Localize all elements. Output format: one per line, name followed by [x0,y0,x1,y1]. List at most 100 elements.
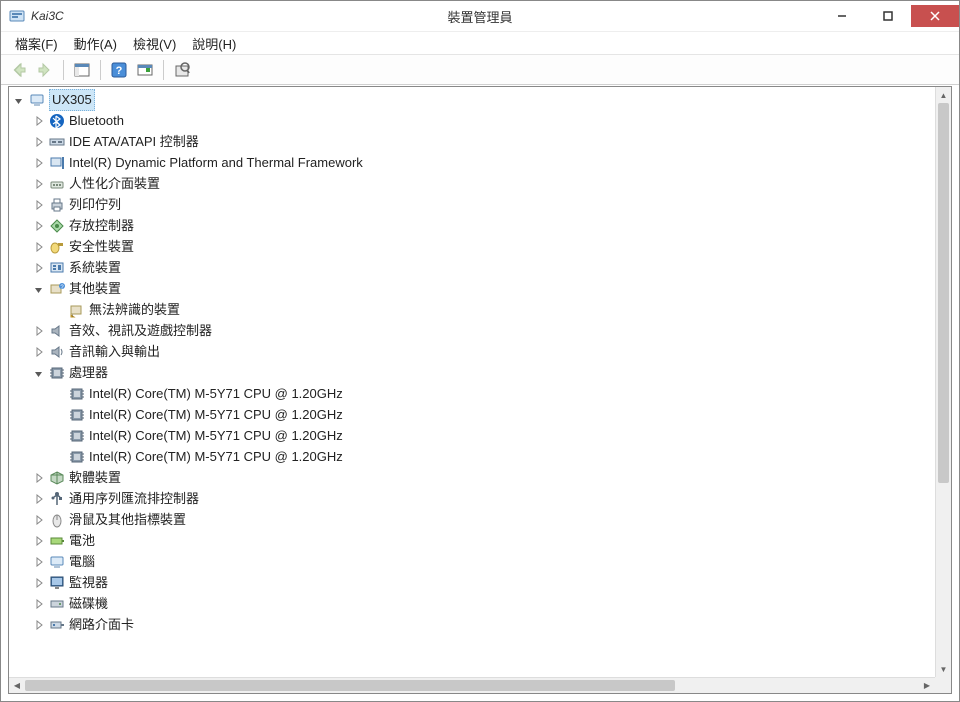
bluetooth-icon [49,113,65,129]
tree-item[interactable]: 電腦 [9,551,935,572]
maximize-button[interactable] [865,5,911,27]
expander-collapsed[interactable] [33,598,45,610]
svg-text:?: ? [116,65,123,77]
expander-collapsed[interactable] [33,178,45,190]
tree-item[interactable]: Bluetooth [9,110,935,131]
tree-child-label: Intel(R) Core(TM) M-5Y71 CPU @ 1.20GHz [89,447,343,467]
tree-item[interactable]: 列印佇列 [9,194,935,215]
expander-collapsed[interactable] [33,115,45,127]
expander-collapsed[interactable] [33,514,45,526]
expander-collapsed[interactable] [33,157,45,169]
properties-button[interactable] [170,58,194,82]
expander-none [53,409,65,421]
processor-icon [69,428,85,444]
tree-child[interactable]: Intel(R) Core(TM) M-5Y71 CPU @ 1.20GHz [9,425,935,446]
tree-item[interactable]: 通用序列匯流排控制器 [9,488,935,509]
scrollbar-corner [935,677,951,693]
scroll-right-arrow[interactable]: ▶ [919,678,935,693]
tree-root[interactable]: UX305 [9,89,935,110]
tree-item[interactable]: 網路介面卡 [9,614,935,635]
tree-item[interactable]: 人性化介面裝置 [9,173,935,194]
tree-item[interactable]: 存放控制器 [9,215,935,236]
tree-item[interactable]: Intel(R) Dynamic Platform and Thermal Fr… [9,152,935,173]
expander-collapsed[interactable] [33,136,45,148]
scroll-up-arrow[interactable]: ▲ [936,87,951,103]
tree-item[interactable]: 處理器 [9,362,935,383]
expander-collapsed[interactable] [33,220,45,232]
menu-view[interactable]: 檢視(V) [125,32,184,55]
expander-collapsed[interactable] [33,577,45,589]
processor-icon [69,407,85,423]
window-controls [819,5,959,27]
device-tree: UX305BluetoothIDE ATA/ATAPI 控制器Intel(R) … [9,87,935,637]
tree-item-label: 系統裝置 [69,258,121,278]
expander-collapsed[interactable] [33,262,45,274]
expander-none [53,388,65,400]
battery-icon [49,533,65,549]
show-hide-console-button[interactable] [70,58,94,82]
tree-item[interactable]: 監視器 [9,572,935,593]
tree-item[interactable]: 音效、視訊及遊戲控制器 [9,320,935,341]
tree-item[interactable]: 滑鼠及其他指標裝置 [9,509,935,530]
expander-collapsed[interactable] [33,535,45,547]
menubar: 檔案(F) 動作(A) 檢視(V) 說明(H) [1,31,959,55]
expander-collapsed[interactable] [33,241,45,253]
vertical-scrollbar[interactable]: ▲ ▼ [935,87,951,677]
app-name: Kai3C [31,9,64,23]
svg-text:!: ! [72,313,73,318]
tree-child[interactable]: Intel(R) Core(TM) M-5Y71 CPU @ 1.20GHz [9,446,935,467]
expander-collapsed[interactable] [33,472,45,484]
tree-item-label: 列印佇列 [69,195,121,215]
forward-button[interactable] [33,58,57,82]
scan-hardware-button[interactable] [133,58,157,82]
tree-item-label: 通用序列匯流排控制器 [69,489,199,509]
expander-collapsed[interactable] [33,199,45,211]
scroll-thumb-v[interactable] [938,103,949,483]
tree-item[interactable]: ?其他裝置 [9,278,935,299]
sound-controller-icon [49,323,65,339]
tree-item[interactable]: 軟體裝置 [9,467,935,488]
scroll-down-arrow[interactable]: ▼ [936,661,951,677]
tree-item-label: 電池 [69,531,95,551]
scroll-thumb-h[interactable] [25,680,675,691]
expander-collapsed[interactable] [33,325,45,337]
tree-item[interactable]: 安全性裝置 [9,236,935,257]
tree-item[interactable]: 音訊輸入與輸出 [9,341,935,362]
tree-item[interactable]: 電池 [9,530,935,551]
tree-item[interactable]: 磁碟機 [9,593,935,614]
computer-root-icon [29,92,45,108]
expander-collapsed[interactable] [33,619,45,631]
tree-item-label: 網路介面卡 [69,615,134,635]
tree-child[interactable]: Intel(R) Core(TM) M-5Y71 CPU @ 1.20GHz [9,383,935,404]
menu-help[interactable]: 說明(H) [184,32,244,55]
window-title: 裝置管理員 [447,7,512,26]
close-button[interactable] [911,5,959,27]
tree-child[interactable]: Intel(R) Core(TM) M-5Y71 CPU @ 1.20GHz [9,404,935,425]
scroll-left-arrow[interactable]: ◀ [9,678,25,693]
expander-none [53,430,65,442]
menu-action[interactable]: 動作(A) [66,32,125,55]
ide-controller-icon [49,134,65,150]
help-button[interactable]: ? [107,58,131,82]
expander-collapsed[interactable] [33,493,45,505]
menu-file[interactable]: 檔案(F) [7,32,66,55]
expander-expanded[interactable] [13,94,25,106]
tree-child-label: Intel(R) Core(TM) M-5Y71 CPU @ 1.20GHz [89,384,343,404]
unknown-device-icon: ! [69,302,85,318]
expander-expanded[interactable] [33,367,45,379]
thermal-icon [49,155,65,171]
tree-item[interactable]: IDE ATA/ATAPI 控制器 [9,131,935,152]
horizontal-scrollbar[interactable]: ◀ ▶ [9,677,935,693]
minimize-button[interactable] [819,5,865,27]
system-device-icon [49,260,65,276]
expander-expanded[interactable] [33,283,45,295]
tree-child-label: Intel(R) Core(TM) M-5Y71 CPU @ 1.20GHz [89,426,343,446]
tree-item-label: 人性化介面裝置 [69,174,160,194]
tree-item[interactable]: 系統裝置 [9,257,935,278]
back-button[interactable] [7,58,31,82]
usb-controller-icon [49,491,65,507]
expander-collapsed[interactable] [33,556,45,568]
tree-item-label: 磁碟機 [69,594,108,614]
expander-collapsed[interactable] [33,346,45,358]
tree-child[interactable]: !無法辨識的裝置 [9,299,935,320]
